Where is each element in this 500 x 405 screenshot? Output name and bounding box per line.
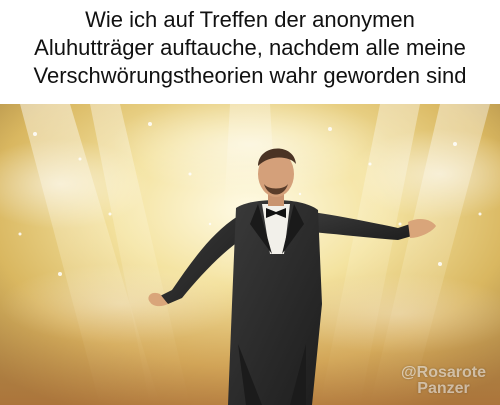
watermark-line-2: Panzer (417, 380, 470, 397)
photo-illustration (0, 104, 500, 405)
meme: Wie ich auf Treffen der anonymen Aluhutt… (0, 0, 500, 405)
caption-line-1: Wie ich auf Treffen der anonymen (85, 7, 415, 32)
meme-photo: @Rosarote Panzer (0, 104, 500, 405)
caption-line-2: Aluhutträger auftauche, nachdem alle mei… (34, 35, 466, 60)
watermark: @Rosarote Panzer (401, 365, 486, 397)
meme-caption: Wie ich auf Treffen der anonymen Aluhutt… (0, 6, 500, 102)
caption-line-3: Verschwörungstheorien wahr geworden sind (33, 63, 467, 88)
watermark-line-1: @Rosarote (401, 364, 486, 381)
